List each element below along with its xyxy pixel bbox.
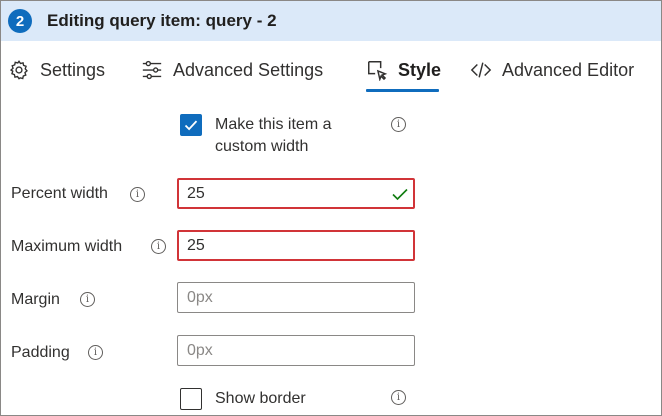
- info-icon[interactable]: i: [130, 187, 145, 202]
- editor-panel: 2 Editing query item: query - 2 Settings: [0, 0, 662, 416]
- info-icon[interactable]: i: [80, 292, 95, 307]
- info-icon[interactable]: i: [391, 390, 406, 405]
- custom-width-label: Make this item a custom width: [215, 116, 332, 155]
- select-area-icon: [366, 59, 388, 81]
- percent-width-input[interactable]: [177, 178, 415, 209]
- maximum-width-label: Maximum width: [11, 238, 123, 255]
- show-border-checkbox[interactable]: [180, 388, 202, 410]
- custom-width-checkbox[interactable]: [180, 114, 202, 136]
- valid-check-icon: [392, 188, 408, 201]
- panel-title: Editing query item: query - 2: [47, 11, 277, 30]
- margin-label: Margin: [11, 291, 60, 308]
- checkmark-icon: [184, 120, 198, 131]
- tab-label: Advanced Editor: [502, 59, 635, 80]
- code-icon: [470, 59, 492, 81]
- active-tab-indicator: [366, 89, 439, 92]
- info-icon[interactable]: i: [151, 239, 166, 254]
- tab-bar: Settings Advanced Settings Style Advance…: [1, 45, 661, 93]
- percent-width-label: Percent width: [11, 185, 108, 202]
- gear-icon: [8, 59, 30, 81]
- tab-label: Style: [398, 59, 442, 80]
- padding-label: Padding: [11, 344, 70, 361]
- sliders-icon: [141, 59, 163, 81]
- tab-advanced-settings[interactable]: Advanced Settings: [141, 55, 323, 85]
- tab-style[interactable]: Style: [366, 55, 441, 85]
- info-icon[interactable]: i: [391, 117, 406, 132]
- maximum-width-input[interactable]: [177, 230, 415, 261]
- tab-label: Advanced Settings: [173, 59, 324, 80]
- panel-header: 2 Editing query item: query - 2: [1, 1, 661, 41]
- tab-label: Settings: [40, 59, 106, 80]
- step-number-badge: 2: [8, 9, 32, 33]
- padding-input[interactable]: [177, 335, 415, 366]
- tab-advanced-editor[interactable]: Advanced Editor: [470, 55, 634, 85]
- info-icon[interactable]: i: [88, 345, 103, 360]
- margin-input[interactable]: [177, 282, 415, 313]
- tab-settings[interactable]: Settings: [8, 55, 105, 85]
- show-border-label: Show border: [215, 390, 306, 407]
